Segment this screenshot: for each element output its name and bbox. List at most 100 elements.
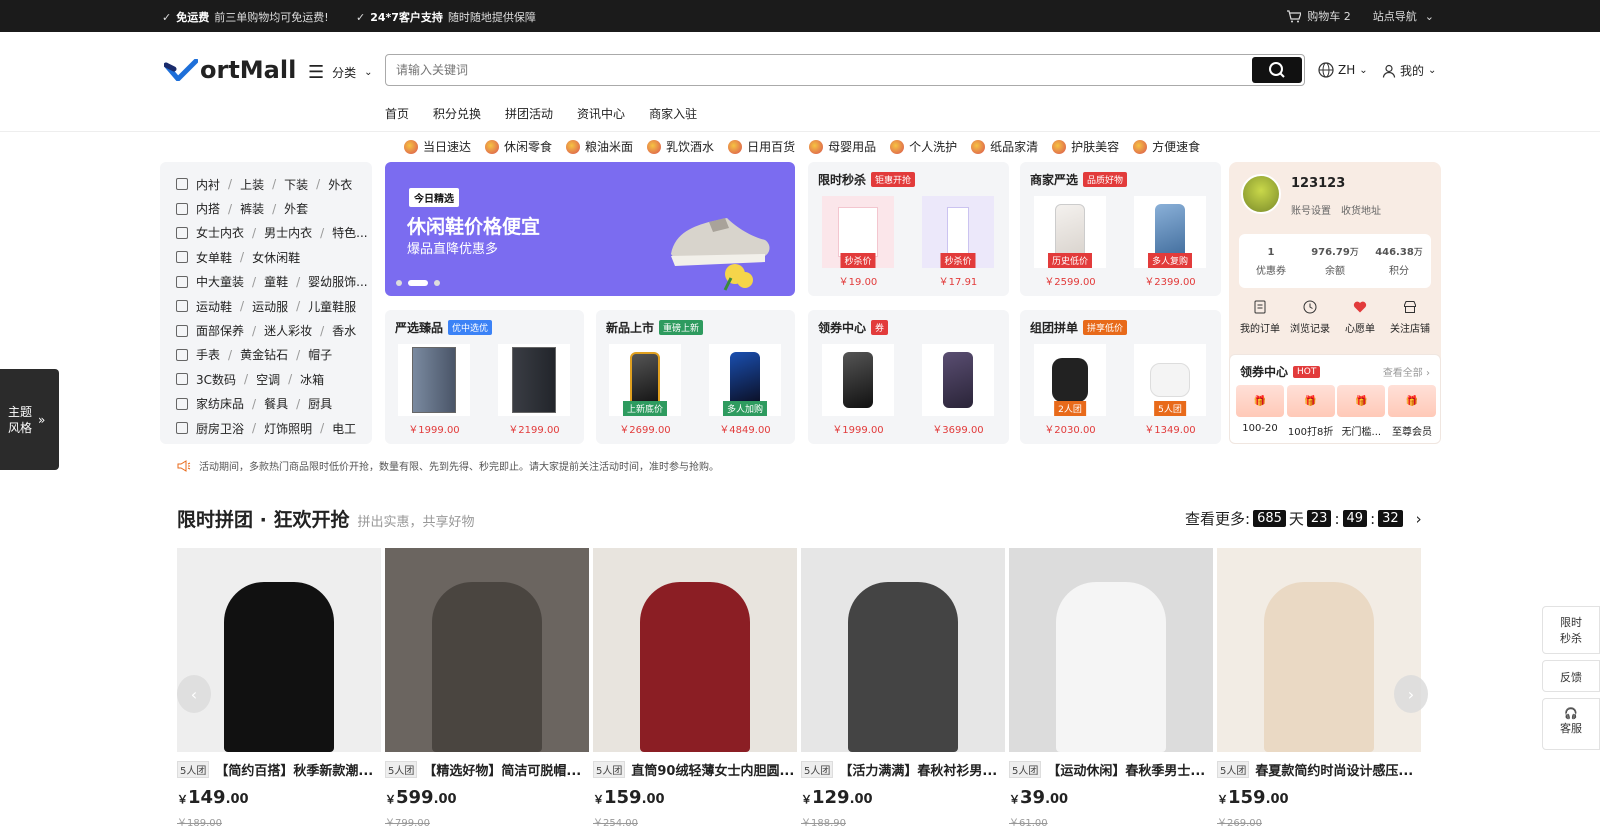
card-premium-select[interactable]: 严选臻品 优中选优 ￥1999.00 ￥2199.00 bbox=[385, 310, 584, 444]
avatar[interactable] bbox=[1241, 174, 1281, 214]
my-orders-button[interactable]: 我的订单 bbox=[1235, 300, 1285, 335]
group-buy-product[interactable]: 5人团 【运动休闲】春秋季男士... ￥39.00 ￥61.00 bbox=[1009, 548, 1213, 829]
float-feedback[interactable]: 反馈 bbox=[1542, 660, 1600, 692]
search-input[interactable] bbox=[386, 55, 1226, 85]
coupon-item[interactable]: 🎁 100打8折 bbox=[1286, 385, 1335, 438]
category-menu-row[interactable]: 厨房卫浴 / 灯饰照明 / 电工 bbox=[160, 416, 372, 440]
category-menu-link[interactable]: 裤装 bbox=[240, 200, 264, 217]
quick-category[interactable]: 休闲零食 bbox=[485, 138, 552, 155]
product-thumb[interactable]: 多人加购 ￥4849.00 bbox=[709, 344, 781, 436]
hero-banner[interactable]: 今日精选 休闲鞋价格便宜 爆品直降优惠多 bbox=[385, 162, 795, 296]
product-thumb[interactable]: 秒杀价 ￥19.00 bbox=[822, 196, 894, 288]
category-menu-row[interactable]: 女单鞋 / 女休闲鞋 bbox=[160, 245, 372, 269]
stat-points[interactable]: 446.38万 积分 bbox=[1367, 234, 1431, 288]
category-menu-link[interactable]: 厨具 bbox=[308, 395, 332, 412]
quick-category[interactable]: 纸品家清 bbox=[971, 138, 1038, 155]
account-settings-link[interactable]: 账号设置 bbox=[1291, 202, 1331, 217]
category-menu-link[interactable]: 帽子 bbox=[308, 346, 332, 363]
quick-category[interactable]: 母婴用品 bbox=[809, 138, 876, 155]
group-buy-product[interactable]: 5人团 【精选好物】简洁可脱帽... ￥599.00 ￥799.00 bbox=[385, 548, 589, 829]
search-button[interactable] bbox=[1252, 57, 1302, 83]
account-menu[interactable]: 我的 ⌄ bbox=[1382, 62, 1436, 79]
card-group-buy[interactable]: 组团拼单 拼享低价 2人团 ￥2030.00 5人团 ￥1349.00 bbox=[1020, 310, 1221, 444]
category-menu-link[interactable]: 冰箱 bbox=[300, 371, 324, 388]
cart-link[interactable]: 购物车 2 bbox=[1287, 8, 1351, 24]
category-menu-link[interactable]: 电工 bbox=[332, 420, 356, 437]
category-menu-row[interactable]: 面部保养 / 迷人彩妆 / 香水 bbox=[160, 318, 372, 342]
category-menu-link[interactable]: 童鞋 bbox=[264, 273, 288, 290]
card-flash-sale[interactable]: 限时秒杀 钜惠开抢 秒杀价 ￥19.00 秒杀价 ￥17.91 bbox=[808, 162, 1009, 296]
category-menu-link[interactable]: 香水 bbox=[332, 322, 356, 339]
carousel-prev-button[interactable]: ‹ bbox=[177, 675, 211, 713]
logo[interactable]: ortMall bbox=[164, 56, 296, 84]
wishlist-button[interactable]: 心愿单 bbox=[1335, 300, 1385, 335]
category-menu-row[interactable]: 中大童装 / 童鞋 / 婴幼服饰... bbox=[160, 270, 372, 294]
category-menu-link[interactable]: 内衬 bbox=[196, 176, 220, 193]
category-menu-link[interactable]: 3C数码 bbox=[196, 371, 236, 388]
quick-category[interactable]: 当日速达 bbox=[404, 138, 471, 155]
history-button[interactable]: 浏览记录 bbox=[1285, 300, 1335, 335]
shipping-address-link[interactable]: 收货地址 bbox=[1341, 202, 1381, 217]
float-customer-service[interactable]: 🎧 客服 bbox=[1542, 698, 1600, 750]
nav-group-buy[interactable]: 拼团活动 bbox=[505, 105, 553, 122]
category-menu-link[interactable]: 内搭 bbox=[196, 200, 220, 217]
product-thumb[interactable]: ￥2199.00 bbox=[498, 344, 570, 436]
category-menu-link[interactable]: 上装 bbox=[240, 176, 264, 193]
category-menu-link[interactable]: 空调 bbox=[256, 371, 280, 388]
category-menu-link[interactable]: 手表 bbox=[196, 346, 220, 363]
category-menu-link[interactable]: 婴幼服饰... bbox=[308, 273, 367, 290]
float-flash-sale[interactable]: 限时 秒杀 bbox=[1542, 606, 1600, 654]
product-thumb[interactable]: 多人复购 ￥2399.00 bbox=[1134, 196, 1206, 288]
product-thumb[interactable]: 秒杀价 ￥17.91 bbox=[922, 196, 994, 288]
category-button[interactable]: ☰ 分类 ⌄ bbox=[308, 62, 373, 83]
category-menu-link[interactable]: 特色... bbox=[332, 224, 367, 241]
category-menu-row[interactable]: 女士内衣 / 男士内衣 / 特色... bbox=[160, 221, 372, 245]
nav-home[interactable]: 首页 bbox=[385, 105, 409, 122]
category-menu-link[interactable]: 黄金钻石 bbox=[240, 346, 288, 363]
category-menu-row[interactable]: 家纺床品 / 餐具 / 厨具 bbox=[160, 392, 372, 416]
category-menu-link[interactable]: 灯饰照明 bbox=[264, 420, 312, 437]
category-menu-row[interactable]: 内搭 / 裤装 / 外套 bbox=[160, 196, 372, 220]
category-menu-link[interactable]: 女士内衣 bbox=[196, 224, 244, 241]
pagination-dot[interactable] bbox=[434, 280, 440, 286]
language-switch[interactable]: ZH ⌄ bbox=[1318, 62, 1368, 78]
category-menu-link[interactable]: 女休闲鞋 bbox=[252, 249, 300, 266]
group-buy-product[interactable]: 5人团 直筒90绒轻薄女士内胆圆... ￥159.00 ￥254.00 bbox=[593, 548, 797, 829]
category-menu-link[interactable]: 运动服 bbox=[252, 298, 288, 315]
category-menu-link[interactable]: 运动鞋 bbox=[196, 298, 232, 315]
category-menu-link[interactable]: 厨房卫浴 bbox=[196, 420, 244, 437]
pagination-dot[interactable] bbox=[396, 280, 402, 286]
category-menu-link[interactable]: 面部保养 bbox=[196, 322, 244, 339]
nav-merchant-join[interactable]: 商家入驻 bbox=[649, 105, 697, 122]
quick-category[interactable]: 方便速食 bbox=[1133, 138, 1200, 155]
followed-shops-button[interactable]: 关注店铺 bbox=[1385, 300, 1435, 335]
quick-category[interactable]: 粮油米面 bbox=[566, 138, 633, 155]
pagination-dot-active[interactable] bbox=[408, 280, 428, 286]
group-buy-product[interactable]: 5人团 春夏款简约时尚设计感压... ￥159.00 ￥269.00 bbox=[1217, 548, 1421, 829]
category-menu-link[interactable]: 餐具 bbox=[264, 395, 288, 412]
coupon-item[interactable]: 🎁 100-20 bbox=[1236, 385, 1284, 438]
category-menu-link[interactable]: 女单鞋 bbox=[196, 249, 232, 266]
category-menu-row[interactable]: 运动鞋 / 运动服 / 儿童鞋服 bbox=[160, 294, 372, 318]
category-menu-row[interactable]: 内衬 / 上装 / 下装 / 外衣 bbox=[160, 172, 372, 196]
product-thumb[interactable]: 5人团 ￥1349.00 bbox=[1134, 344, 1206, 436]
stat-coupons[interactable]: 1 优惠券 bbox=[1239, 234, 1303, 288]
nav-news[interactable]: 资讯中心 bbox=[577, 105, 625, 122]
card-merchant-select[interactable]: 商家严选 品质好物 历史低价 ￥2599.00 多人复购 ￥2399.00 bbox=[1020, 162, 1221, 296]
category-menu-link[interactable]: 家纺床品 bbox=[196, 395, 244, 412]
quick-category[interactable]: 个人洗护 bbox=[890, 138, 957, 155]
product-thumb[interactable]: ￥1999.00 bbox=[822, 344, 894, 436]
view-all-coupons-link[interactable]: 查看全部 › bbox=[1383, 364, 1430, 379]
category-menu-link[interactable]: 儿童鞋服 bbox=[308, 298, 356, 315]
card-new-arrival[interactable]: 新品上市 重磅上新 上新底价 ￥2699.00 多人加购 ￥4849.00 bbox=[596, 310, 795, 444]
category-menu-link[interactable]: 迷人彩妆 bbox=[264, 322, 312, 339]
quick-category[interactable]: 护肤美容 bbox=[1052, 138, 1119, 155]
card-coupon-center[interactable]: 领券中心券 ￥1999.00 ￥3699.00 bbox=[808, 310, 1009, 444]
site-nav-menu[interactable]: 站点导航 ⌄ bbox=[1373, 8, 1434, 24]
category-menu-row[interactable]: 手表 / 黄金钻石 / 帽子 bbox=[160, 343, 372, 367]
quick-category[interactable]: 日用百货 bbox=[728, 138, 795, 155]
countdown[interactable]: 查看更多: 685 天 23 : 49 : 32 › bbox=[1185, 508, 1422, 529]
coupon-item[interactable]: 🎁 至尊会员 bbox=[1387, 385, 1436, 438]
quick-category[interactable]: 乳饮酒水 bbox=[647, 138, 714, 155]
product-thumb[interactable]: 历史低价 ￥2599.00 bbox=[1034, 196, 1106, 288]
